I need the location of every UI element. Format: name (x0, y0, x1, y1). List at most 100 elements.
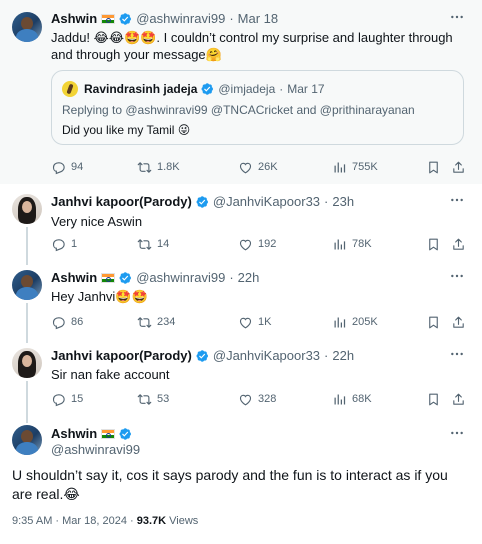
avatar (62, 81, 78, 97)
views-chart-icon (332, 160, 347, 175)
tweet-header: Janhvi kapoor(Parody) @JanhviKapoor33 · … (51, 194, 442, 210)
post-datetime[interactable]: 9:35 AM · Mar 18, 2024 · (12, 515, 137, 527)
author-name[interactable]: Janhvi kapoor(Parody) (51, 194, 192, 210)
tweet-actions: 15 53 328 68K (51, 390, 470, 408)
verified-badge-icon[interactable] (195, 349, 209, 363)
quote-timestamp: Mar 17 (287, 82, 325, 96)
bookmark-button[interactable] (426, 390, 441, 408)
retweet-button[interactable]: 1.8K (137, 158, 180, 176)
like-button[interactable]: 192 (238, 235, 276, 253)
share-button[interactable] (451, 158, 466, 176)
timestamp[interactable]: 22h (332, 348, 354, 364)
india-flag-icon (101, 14, 116, 24)
author-name[interactable]: Ashwin (51, 11, 97, 27)
more-horizontal-icon[interactable] (448, 9, 466, 25)
avatar[interactable] (12, 12, 42, 42)
verified-badge-icon[interactable] (118, 427, 132, 441)
share-icon (451, 315, 466, 330)
reply-button[interactable]: 15 (51, 390, 83, 408)
views-button[interactable]: 78K (332, 235, 372, 253)
verified-badge-icon[interactable] (118, 12, 132, 26)
separator-dot: · (324, 348, 329, 363)
author-name[interactable]: Janhvi kapoor(Parody) (51, 348, 192, 364)
author-handle[interactable]: @JanhviKapoor33 (213, 194, 320, 210)
like-count: 26K (258, 161, 278, 173)
timestamp[interactable]: Mar 18 (238, 11, 278, 27)
bookmark-icon (426, 315, 441, 330)
retweet-icon (137, 237, 152, 252)
bookmark-button[interactable] (426, 313, 441, 331)
reply-button[interactable]: 86 (51, 313, 83, 331)
more-horizontal-icon[interactable] (448, 192, 466, 208)
timestamp[interactable]: 23h (332, 194, 354, 210)
bookmark-button[interactable] (426, 235, 441, 253)
more-horizontal-icon[interactable] (448, 425, 466, 441)
share-button[interactable] (451, 313, 466, 331)
heart-icon (238, 392, 253, 407)
tweet-handle-row: @ashwinravi99 (51, 442, 442, 458)
heart-icon (238, 315, 253, 330)
tweet-text: Very nice Aswin (51, 214, 143, 229)
tweet-janhvi-2[interactable]: Janhvi kapoor(Parody) @JanhviKapoor33 · … (0, 343, 482, 423)
separator-dot: · (324, 194, 329, 209)
views-label: Views (166, 515, 199, 527)
avatar[interactable] (12, 348, 42, 378)
author-handle[interactable]: @ashwinravi99 (51, 442, 140, 458)
avatar[interactable] (12, 425, 42, 455)
retweet-button[interactable]: 53 (137, 390, 169, 408)
tweet-header: Ashwin (51, 426, 442, 442)
like-button[interactable]: 26K (238, 158, 278, 176)
view-count: 78K (352, 238, 372, 250)
avatar[interactable] (12, 194, 42, 224)
share-button[interactable] (451, 235, 466, 253)
reply-count: 86 (71, 316, 84, 328)
verified-badge-icon[interactable] (195, 195, 209, 209)
retweet-button[interactable]: 14 (137, 235, 169, 253)
verified-badge-icon[interactable] (118, 271, 132, 285)
more-horizontal-icon[interactable] (448, 268, 466, 284)
india-flag-icon (101, 429, 116, 439)
separator-dot: · (229, 11, 234, 26)
tweet-text: Sir nan fake account (51, 367, 170, 382)
tweet-header: Ashwin @ashwinravi99 · Mar 18 (51, 11, 442, 27)
tweet-text: Jaddu! 😂😂🤩🤩. I couldn’t control my surpr… (51, 30, 453, 62)
reply-icon (51, 392, 66, 407)
like-count: 192 (258, 238, 277, 250)
tweet-actions: 86 234 1K 205K (51, 313, 470, 331)
views-button[interactable]: 68K (332, 390, 372, 408)
retweet-icon (137, 392, 152, 407)
like-button[interactable]: 1K (238, 313, 271, 331)
reply-count: 15 (71, 393, 84, 405)
retweet-button[interactable]: 234 (137, 313, 175, 331)
more-horizontal-icon[interactable] (448, 346, 466, 362)
tweet-janhvi-1[interactable]: Janhvi kapoor(Parody) @JanhviKapoor33 · … (0, 184, 482, 265)
share-icon (451, 160, 466, 175)
tweet-actions: 94 1.8K 26K 755K (51, 158, 470, 176)
thread-connector (26, 227, 28, 265)
conversation-thread: Ashwin @ashwinravi99 · Mar 18 Jaddu! 😂😂🤩… (0, 0, 482, 544)
heart-icon (238, 160, 253, 175)
reply-button[interactable]: 94 (51, 158, 83, 176)
retweet-icon (137, 315, 152, 330)
author-handle[interactable]: @JanhviKapoor33 (213, 348, 320, 364)
tweet-ashwin-1[interactable]: Ashwin @ashwinravi99 · Mar 18 Jaddu! 😂😂🤩… (0, 0, 482, 184)
quoted-tweet[interactable]: Ravindrasinh jadeja @imjadeja · Mar 17 R… (51, 70, 464, 145)
views-button[interactable]: 755K (332, 158, 378, 176)
share-button[interactable] (451, 390, 466, 408)
author-name[interactable]: Ashwin (51, 426, 97, 442)
author-handle[interactable]: @ashwinravi99 (136, 11, 225, 27)
reply-icon (51, 315, 66, 330)
timestamp[interactable]: 22h (238, 270, 260, 286)
bookmark-button[interactable] (426, 158, 441, 176)
views-chart-icon (332, 237, 347, 252)
tweet-ashwin-2[interactable]: Ashwin @ashwinravi99 · 22h Hey Janhvi🤩🤩 … (0, 265, 482, 343)
views-button[interactable]: 205K (332, 313, 378, 331)
tweet-text: Hey Janhvi🤩🤩 (51, 289, 148, 304)
author-name[interactable]: Ashwin (51, 270, 97, 286)
author-handle[interactable]: @ashwinravi99 (136, 270, 225, 286)
retweet-icon (137, 160, 152, 175)
reply-button[interactable]: 1 (51, 235, 77, 253)
quote-author-name: Ravindrasinh jadeja (84, 82, 198, 96)
avatar[interactable] (12, 270, 42, 300)
like-button[interactable]: 328 (238, 390, 276, 408)
